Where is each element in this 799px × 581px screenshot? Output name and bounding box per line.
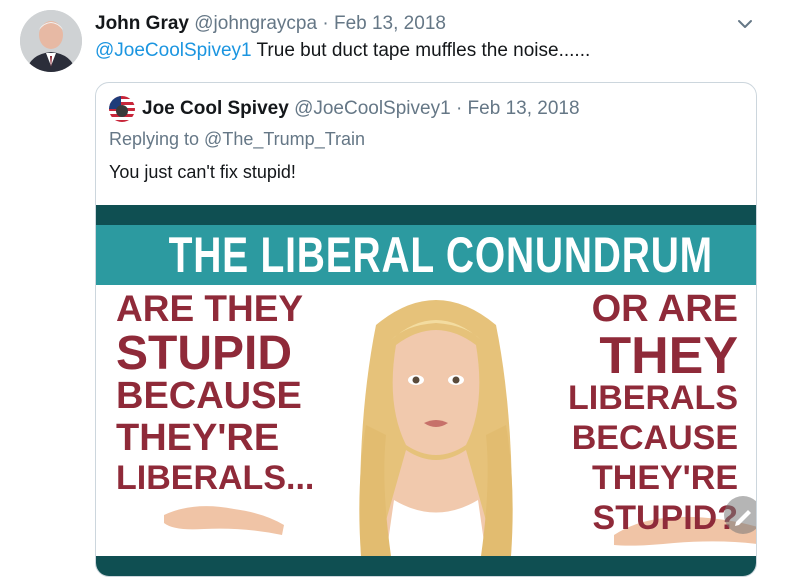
reply-mention-link[interactable]: @JoeCoolSpivey1 xyxy=(95,40,252,61)
meme-left-line: LIBERALS... xyxy=(116,459,315,497)
meme-title: THE LIBERAL CONUNDRUM xyxy=(168,227,713,283)
quoted-header-separator: · xyxy=(455,98,463,119)
meme-left-line: THEY'RE xyxy=(116,417,280,459)
meme-right-line: THEY'RE xyxy=(592,459,738,497)
meme-right-line: LIBERALS xyxy=(568,379,738,417)
meme-left-line: BECAUSE xyxy=(116,375,302,417)
quoted-author-handle[interactable]: @JoeCoolSpivey1 xyxy=(294,98,451,119)
quoted-author-name[interactable]: Joe Cool Spivey xyxy=(142,98,289,119)
quoted-tweet-text: You just can't fix stupid! xyxy=(109,162,296,182)
tweet-date[interactable]: Feb 13, 2018 xyxy=(334,13,446,34)
replying-to-line[interactable]: Replying to @The_Trump_Train xyxy=(109,129,365,150)
meme-image[interactable]: THE LIBERAL CONUNDRUM ARE THEY STUPID BE… xyxy=(96,205,756,576)
author-handle[interactable]: @johngraycpa xyxy=(194,13,317,34)
meme-bottom-bar xyxy=(96,556,756,576)
tweet-body: True but duct tape muffles the noise....… xyxy=(251,40,591,61)
meme-right-line: THEY xyxy=(599,327,738,385)
meme-left-line: STUPID xyxy=(116,327,293,380)
tweet-header: John Gray @johngraycpa · Feb 13, 2018 xyxy=(95,12,446,36)
author-avatar[interactable] xyxy=(20,10,82,72)
meme-right-line: OR ARE xyxy=(591,288,738,330)
woman-illustration xyxy=(359,300,513,556)
meme-right-line: STUPID? xyxy=(592,499,738,537)
pencil-icon[interactable] xyxy=(724,496,756,534)
meme-left-line: ARE THEY xyxy=(116,288,304,329)
quoted-tweet-card[interactable]: Joe Cool Spivey @JoeCoolSpivey1 · Feb 13… xyxy=(95,82,757,577)
tweet-text: @JoeCoolSpivey1 True but duct tape muffl… xyxy=(95,38,590,64)
author-name[interactable]: John Gray xyxy=(95,13,189,34)
quoted-tweet-date[interactable]: Feb 13, 2018 xyxy=(468,98,580,119)
left-hand-illustration xyxy=(164,506,284,535)
meme-top-bar xyxy=(96,205,756,225)
quoted-tweet-header: Joe Cool Spivey @JoeCoolSpivey1 · Feb 13… xyxy=(142,97,580,121)
chevron-down-icon[interactable] xyxy=(735,14,755,34)
header-separator: · xyxy=(322,13,329,34)
quoted-author-avatar[interactable] xyxy=(109,96,135,122)
meme-right-line: BECAUSE xyxy=(571,419,738,457)
